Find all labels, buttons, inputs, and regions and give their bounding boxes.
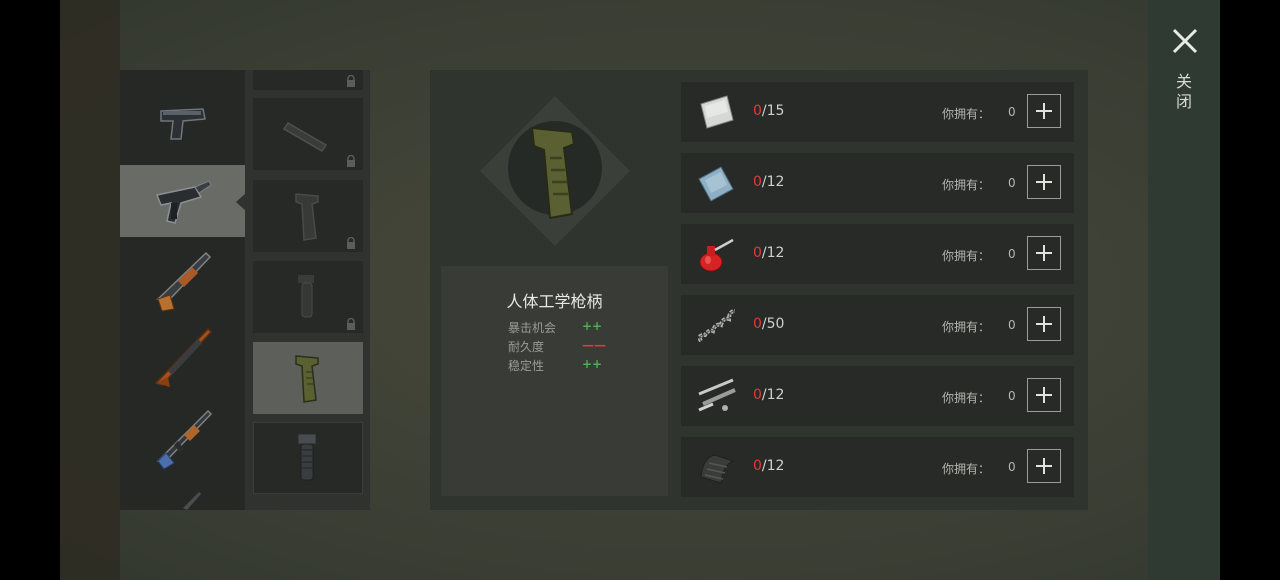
owned-value: 0 [1008, 176, 1016, 190]
material-count: 0/12 [753, 387, 785, 403]
add-material-button[interactable] [1027, 449, 1061, 483]
attachment-slot-ergonomic-grip[interactable] [253, 342, 363, 414]
add-material-button[interactable] [1027, 236, 1061, 270]
stat-value: —— [582, 338, 606, 352]
stat-label: 暴击机会 [508, 321, 557, 335]
ergonomic-grip-icon [295, 355, 319, 403]
add-material-button[interactable] [1027, 307, 1061, 341]
item-info-panel: 人体工学枪柄 暴击机会 ++ 耐久度 —— 稳定性 ++ [441, 266, 668, 496]
silencer-icon [282, 121, 328, 153]
material-row: 0/12 你拥有： 0 [681, 366, 1074, 426]
close-label[interactable]: 关 闭 [1174, 72, 1194, 112]
material-row: 0/50 你拥有： 0 [681, 295, 1074, 355]
oil-can-icon [699, 238, 734, 272]
stat-row: 稳定性 ++ [508, 357, 628, 375]
weapon-slot-partial[interactable] [120, 478, 245, 510]
plus-icon [1036, 245, 1052, 261]
material-count: 0/12 [753, 458, 785, 474]
stat-label: 耐久度 [508, 340, 545, 354]
plus-icon [1036, 387, 1052, 403]
material-row: 0/12 你拥有： 0 [681, 153, 1074, 213]
stat-value: ++ [582, 357, 603, 371]
lock-icon [345, 152, 357, 167]
owned-label: 你拥有： [942, 391, 991, 405]
uzi-icon [155, 180, 212, 224]
weapon-list [120, 70, 245, 510]
weapon-slot-rifle[interactable] [120, 320, 245, 392]
lock-icon [345, 234, 357, 249]
material-count: 0/12 [753, 245, 785, 261]
stat-label: 稳定性 [508, 359, 545, 373]
material-row: 0/15 你拥有： 0 [681, 82, 1074, 142]
owned-label: 你拥有： [942, 107, 991, 121]
material-count: 0/50 [753, 316, 785, 332]
weapon-partial-icon [182, 492, 201, 510]
attachment-slot-silencer[interactable] [253, 98, 363, 170]
plus-icon [1036, 174, 1052, 190]
weapon-slot-uzi[interactable] [120, 165, 245, 237]
left-shade [60, 0, 120, 580]
spring-icon [697, 309, 736, 343]
ak47-icon [156, 409, 212, 470]
close-label-char: 闭 [1175, 92, 1192, 111]
owned-value: 0 [1008, 389, 1016, 403]
item-preview [480, 96, 630, 246]
attachment-slot-locked[interactable] [253, 70, 363, 90]
metal-sheet-icon [700, 95, 734, 129]
material-row: 0/12 你拥有： 0 [681, 224, 1074, 284]
owned-value: 0 [1008, 318, 1016, 332]
close-label-char: 关 [1175, 72, 1192, 91]
owned-value: 0 [1008, 247, 1016, 261]
owned-label: 你拥有： [942, 320, 991, 334]
plus-icon [1036, 103, 1052, 119]
lock-icon [345, 72, 357, 87]
shotgun-icon [155, 251, 211, 312]
attachment-slot-vertical-grip-locked[interactable] [253, 261, 363, 333]
attachment-slot-grip-locked[interactable] [253, 180, 363, 252]
add-material-button[interactable] [1027, 94, 1061, 128]
owned-label: 你拥有： [942, 462, 991, 476]
stat-row: 耐久度 —— [508, 338, 628, 356]
close-icon [1172, 28, 1198, 54]
pistol-icon [159, 108, 206, 140]
owned-label: 你拥有： [942, 178, 991, 192]
item-name: 人体工学枪柄 [506, 292, 603, 311]
rubber-plate-icon [700, 454, 735, 484]
plus-icon [1036, 458, 1052, 474]
vertical-grip-dim-icon [298, 275, 314, 318]
material-count: 0/15 [753, 103, 785, 119]
vertical-grip-icon [297, 433, 317, 481]
rifle-icon [154, 327, 212, 387]
weapon-slot-ak47[interactable] [120, 400, 245, 472]
owned-label: 你拥有： [942, 249, 991, 263]
stat-value: ++ [582, 319, 603, 333]
close-button[interactable] [1168, 24, 1202, 58]
stat-row: 暴击机会 ++ [508, 319, 628, 337]
owned-value: 0 [1008, 105, 1016, 119]
attachment-slot-vertical-grip[interactable] [253, 422, 363, 494]
material-count: 0/12 [753, 174, 785, 190]
material-row: 0/12 你拥有： 0 [681, 437, 1074, 497]
owned-value: 0 [1008, 460, 1016, 474]
blue-metal-plate-icon [698, 166, 734, 202]
add-material-button[interactable] [1027, 378, 1061, 412]
weapon-slot-pistol[interactable] [120, 88, 245, 160]
grip-dim-icon [295, 193, 319, 241]
attachment-list [245, 70, 370, 510]
weapon-slot-shotgun[interactable] [120, 242, 245, 314]
plus-icon [1036, 316, 1052, 332]
add-material-button[interactable] [1027, 165, 1061, 199]
gun-parts-icon [698, 378, 736, 412]
lock-icon [345, 315, 357, 330]
